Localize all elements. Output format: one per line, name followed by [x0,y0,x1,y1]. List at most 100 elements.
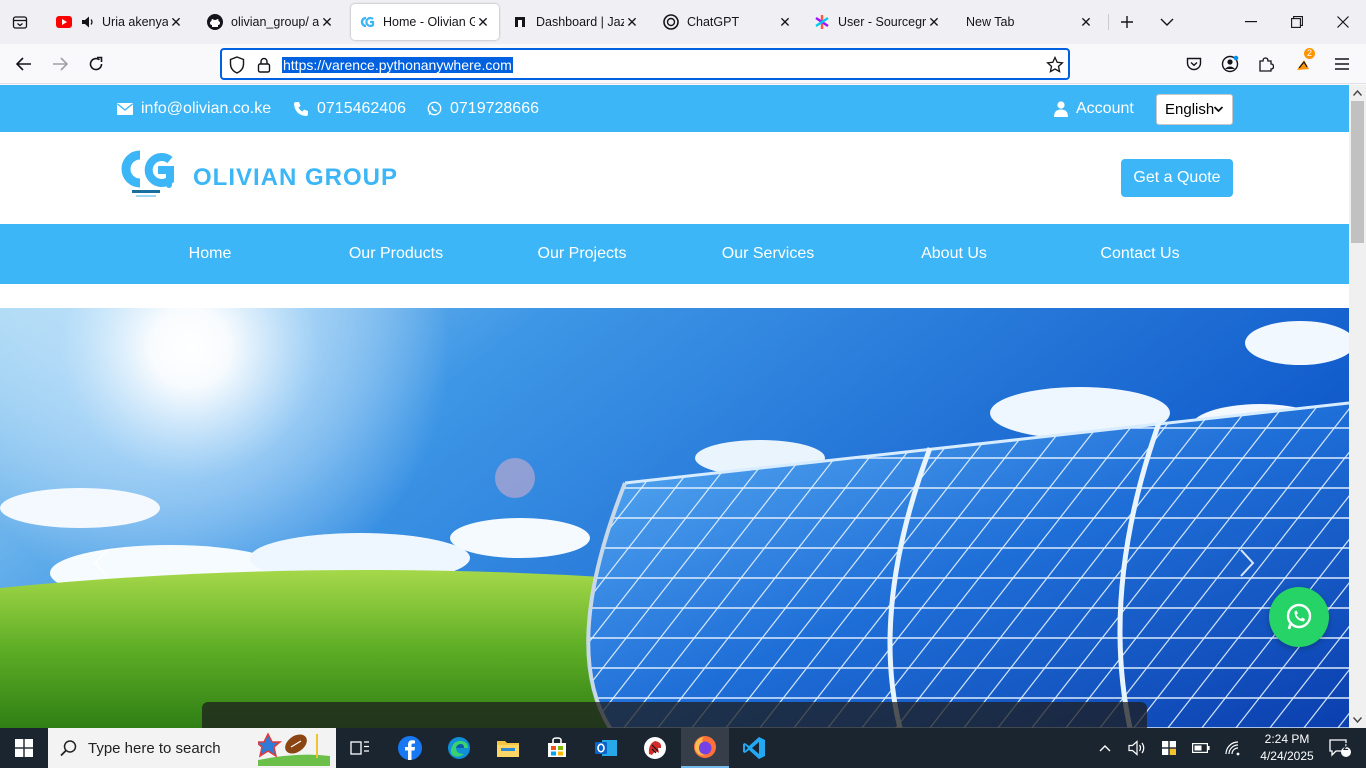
shield-icon[interactable] [228,56,246,74]
tab-youtube[interactable]: Uria akenya n ✕ [48,4,192,40]
olivian-logo[interactable] [118,150,176,200]
close-tab-icon[interactable]: ✕ [624,14,640,30]
whatsapp-icon [1286,603,1312,630]
battery-button[interactable] [1190,728,1212,768]
tab-label: New Tab [966,15,1015,29]
tab-label: User - Sourcegrap [838,15,926,29]
nav-item-about-us[interactable]: About Us [861,224,1047,284]
back-arrow-icon [16,57,31,71]
bookmark-star-icon[interactable] [1046,56,1064,74]
tab-dashboard[interactable]: Dashboard | Jazm ✕ [504,4,648,40]
carousel-next-button[interactable] [1232,543,1262,583]
page-scrollbar[interactable] [1349,85,1366,728]
vscode-icon [743,737,765,759]
email-contact[interactable]: info@olivian.co.ke [117,85,271,132]
taskbar-vscode[interactable] [730,728,778,768]
tab-new-tab[interactable]: New Tab ✕ [958,4,1102,40]
account-link[interactable]: Account [1054,85,1134,132]
show-hidden-icons-button[interactable] [1094,728,1116,768]
list-all-tabs-button[interactable] [1145,0,1189,44]
minimize-button[interactable] [1228,0,1274,44]
taskbar-file-explorer[interactable] [484,728,532,768]
nav-item-our-projects[interactable]: Our Projects [489,224,675,284]
nav-item-contact-us[interactable]: Contact Us [1047,224,1233,284]
new-tab-button[interactable] [1105,0,1149,44]
url-text[interactable]: https://varence.pythonanywhere.com [282,57,513,73]
taskbar-clock[interactable]: 2:24 PM 4/24/2025 [1256,731,1318,765]
taskbar-firefox[interactable] [681,728,729,768]
whatsapp-contact[interactable]: 0719728666 [427,85,539,132]
forward-button[interactable] [46,50,74,78]
plus-icon [1121,16,1133,28]
url-bar[interactable]: https://varence.pythonanywhere.com [220,48,1070,80]
tab-list-button[interactable] [8,10,32,34]
tab-sourcegraph[interactable]: User - Sourcegrap ✕ [806,4,950,40]
restore-button[interactable] [1274,0,1320,44]
account-label: Account [1076,99,1134,117]
tab-github[interactable]: olivian_group/ at ✕ [199,4,343,40]
extension-addon-button[interactable]: 2 [1290,48,1318,78]
whatsapp-icon [427,101,442,116]
search-placeholder: Type here to search [88,739,221,757]
close-tab-icon[interactable]: ✕ [475,14,491,30]
task-view-button[interactable] [336,728,384,768]
reload-icon [89,56,103,71]
chevron-up-icon [1099,745,1111,752]
scrollbar-thumb[interactable] [1351,101,1364,243]
windows-taskbar: Type here to search 2:24 PM 4/24/2025 2 [0,728,1366,768]
taskbar-edge[interactable] [435,728,483,768]
reload-button[interactable] [82,50,110,78]
speaker-icon[interactable] [80,14,96,30]
carousel-prev-button[interactable] [86,543,116,583]
close-tab-icon[interactable]: ✕ [926,14,942,30]
brand-name[interactable]: OLIVIAN GROUP [193,164,398,192]
extensions-button[interactable] [1252,50,1280,78]
tab-olivian-home[interactable]: Home - Olivian Gr ✕ [351,4,499,40]
whatsapp-chat-button[interactable] [1269,587,1329,647]
browser-navigation-bar: https://varence.pythonanywhere.com 2 [0,44,1366,84]
whatsapp-number-text: 0719728666 [450,99,539,117]
taskbar-facebook[interactable] [386,728,434,768]
solar-panel-hero-image [0,308,1349,728]
start-button[interactable] [0,728,48,768]
chatgpt-icon [663,14,679,30]
back-button[interactable] [10,50,38,78]
tab-label: olivian_group/ at [231,15,319,29]
account-button[interactable] [1216,50,1244,78]
close-tab-icon[interactable]: ✕ [1078,14,1094,30]
close-tab-icon[interactable]: ✕ [168,14,184,30]
forward-arrow-icon [53,57,68,71]
youtube-icon [56,14,72,30]
pocket-button[interactable] [1180,50,1208,78]
tab-label: ChatGPT [687,15,740,29]
chevron-left-icon [93,549,108,577]
email-text: info@olivian.co.ke [141,99,272,117]
tab-label: Home - Olivian Gr [383,15,475,29]
security-tray-button[interactable] [1158,728,1180,768]
tab-label: Dashboard | Jazm [536,15,624,29]
taskbar-search-box[interactable]: Type here to search [48,728,336,768]
phone-contact[interactable]: 0715462406 [293,85,406,132]
nav-item-our-services[interactable]: Our Services [675,224,861,284]
nav-item-home[interactable]: Home [117,224,303,284]
close-tab-icon[interactable]: ✕ [319,14,335,30]
get-a-quote-button[interactable]: Get a Quote [1121,159,1233,197]
notification-center-button[interactable]: 2 [1320,728,1360,768]
scroll-down-arrow-icon[interactable] [1349,712,1366,728]
volume-button[interactable] [1126,728,1148,768]
taskbar-outlook[interactable] [582,728,630,768]
scroll-up-arrow-icon[interactable] [1349,85,1366,101]
nav-item-our-products[interactable]: Our Products [303,224,489,284]
lock-icon[interactable] [255,56,273,74]
network-button[interactable] [1222,728,1244,768]
app-menu-button[interactable] [1328,50,1356,78]
taskbar-app-lion[interactable] [631,728,679,768]
language-select[interactable]: English [1156,94,1233,125]
folder-icon [497,741,519,757]
taskbar-microsoft-store[interactable] [533,728,581,768]
close-window-button[interactable] [1320,0,1366,44]
tab-chatgpt[interactable]: ChatGPT ✕ [655,4,801,40]
tab-label: Uria akenya n [102,15,168,29]
language-selected-value: English [1165,101,1215,118]
close-tab-icon[interactable]: ✕ [777,14,793,30]
